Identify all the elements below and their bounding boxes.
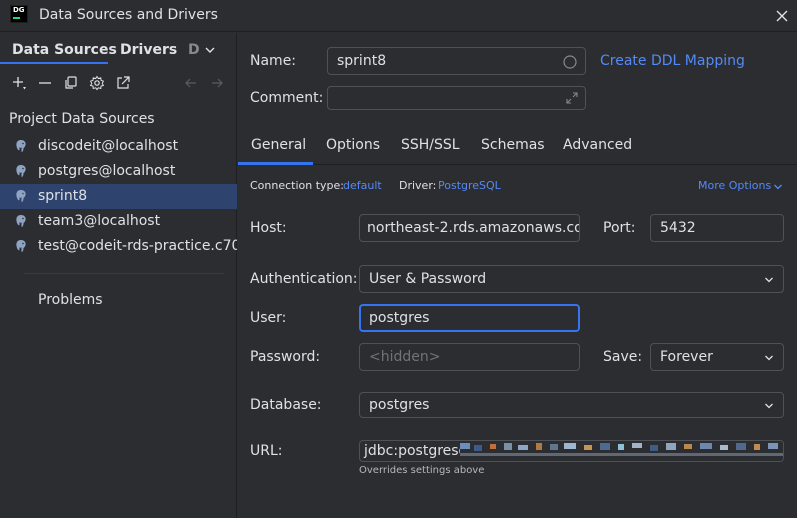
comment-field[interactable] (327, 86, 586, 110)
driver-label: Driver: (399, 179, 437, 192)
port-field[interactable]: 5432 (650, 214, 784, 242)
host-field[interactable]: northeast-2.rds.amazonaws.com (359, 214, 580, 242)
left-tab-bar: Data Sources Drivers D (0, 33, 237, 65)
tab-schemas[interactable]: Schemas (481, 137, 545, 153)
database-select[interactable]: postgres (359, 392, 784, 418)
active-tab-indicator (238, 162, 313, 165)
title-bar: DG Data Sources and Drivers (0, 0, 797, 32)
tab-data-sources[interactable]: Data Sources (12, 42, 117, 58)
authentication-label: Authentication: (250, 271, 358, 287)
password-label: Password: (250, 349, 321, 365)
name-label: Name: (250, 53, 297, 69)
chevron-down-icon[interactable] (204, 44, 216, 56)
tab-overflow[interactable]: D (188, 42, 200, 58)
data-source-item-selected[interactable]: sprint8 (0, 184, 237, 209)
connection-type-link[interactable]: default (343, 179, 382, 192)
tab-options[interactable]: Options (326, 137, 380, 153)
left-toolbar (0, 71, 237, 97)
user-field[interactable]: postgres (359, 304, 580, 332)
data-source-item[interactable]: test@codeit-rds-practice.c70cw (0, 234, 237, 259)
remove-icon[interactable] (37, 75, 53, 91)
expand-icon[interactable] (565, 91, 579, 105)
tab-ssh-ssl[interactable]: SSH/SSL (401, 137, 460, 153)
close-icon[interactable] (774, 8, 790, 24)
redacted-url-overlay (460, 441, 783, 461)
window-title: Data Sources and Drivers (39, 7, 218, 23)
settings-tab-bar: General Options SSH/SSL Schemas Advanced (238, 127, 797, 165)
data-source-item[interactable]: postgres@localhost (0, 159, 237, 184)
data-source-settings: Name: sprint8 Create DDL Mapping Comment… (238, 33, 797, 518)
gear-icon[interactable] (89, 75, 105, 91)
postgresql-icon (16, 240, 26, 252)
tab-general[interactable]: General (251, 137, 306, 153)
back-arrow-icon[interactable] (183, 75, 199, 91)
open-external-icon[interactable] (115, 75, 131, 91)
postgresql-icon (16, 140, 26, 152)
authentication-select[interactable]: User & Password (359, 265, 784, 293)
postgresql-icon (16, 215, 26, 227)
save-select[interactable]: Forever (650, 343, 784, 371)
user-label: User: (250, 310, 287, 326)
data-sources-panel: Data Sources Drivers D Project Data Sour… (0, 33, 237, 518)
chevron-down-icon[interactable] (773, 182, 783, 192)
postgresql-icon (16, 165, 26, 177)
chevron-down-icon (765, 277, 773, 283)
database-label: Database: (250, 397, 322, 413)
postgresql-icon (16, 190, 26, 202)
problems-item[interactable]: Problems (38, 292, 103, 308)
connection-type-label: Connection type: (250, 179, 345, 192)
name-field[interactable]: sprint8 (327, 47, 586, 75)
forward-arrow-icon[interactable] (209, 75, 225, 91)
chevron-down-icon (765, 355, 773, 361)
divider (24, 273, 224, 274)
add-icon[interactable] (11, 75, 27, 91)
duplicate-icon[interactable] (63, 75, 79, 91)
more-options-link[interactable]: More Options (698, 179, 771, 192)
driver-link[interactable]: PostgreSQL (438, 179, 501, 192)
host-label: Host: (250, 220, 287, 236)
tab-advanced[interactable]: Advanced (563, 137, 632, 153)
datagrip-logo-icon: DG (10, 5, 28, 23)
comment-label: Comment: (250, 90, 324, 106)
data-source-item[interactable]: team3@localhost (0, 209, 237, 234)
color-circle-icon[interactable] (563, 55, 577, 69)
save-label: Save: (603, 349, 643, 365)
url-field[interactable]: jdbc:postgresq (359, 440, 784, 462)
data-source-item[interactable]: discodeit@localhost (0, 134, 237, 159)
url-label: URL: (250, 443, 283, 459)
chevron-down-icon (765, 403, 773, 409)
create-ddl-mapping-link[interactable]: Create DDL Mapping (600, 53, 745, 69)
project-data-sources-heading: Project Data Sources (9, 111, 155, 127)
url-hint: Overrides settings above (359, 465, 485, 476)
active-tab-indicator (0, 62, 108, 64)
password-field[interactable]: <hidden> (359, 343, 580, 371)
port-label: Port: (603, 220, 636, 236)
tab-drivers[interactable]: Drivers (120, 42, 177, 58)
